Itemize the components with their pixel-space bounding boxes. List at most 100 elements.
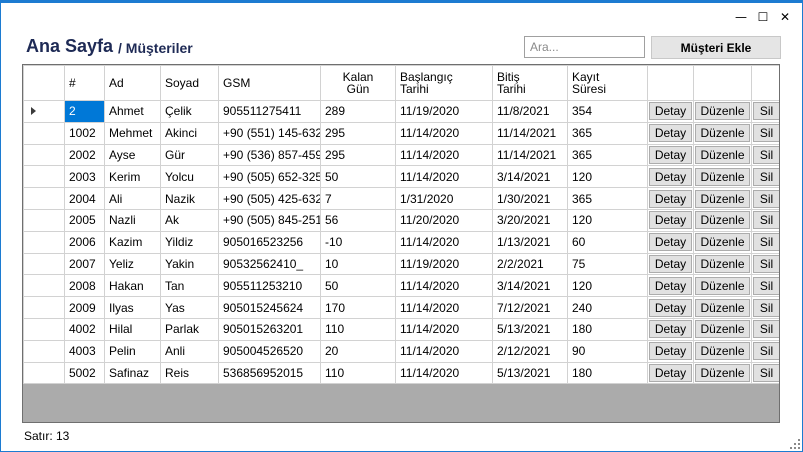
- cell-kayit[interactable]: 60: [567, 230, 648, 254]
- cell-soyad[interactable]: Ak: [160, 208, 219, 232]
- cell-kayit[interactable]: 365: [567, 121, 648, 145]
- edit-button[interactable]: Düzenle: [695, 124, 750, 143]
- cell-kalan[interactable]: 295: [320, 143, 396, 167]
- row-header[interactable]: [23, 121, 65, 145]
- cell-id[interactable]: 2007: [64, 252, 105, 276]
- column-header-gsm[interactable]: GSM: [218, 65, 321, 101]
- edit-button[interactable]: Düzenle: [695, 254, 750, 273]
- delete-button[interactable]: Sil: [753, 363, 779, 382]
- edit-button[interactable]: Düzenle: [695, 276, 750, 295]
- delete-button[interactable]: Sil: [753, 320, 779, 339]
- cell-kayit[interactable]: 240: [567, 296, 648, 319]
- row-header[interactable]: [23, 296, 65, 319]
- cell-kalan[interactable]: 56: [320, 208, 396, 232]
- cell-id[interactable]: 2: [64, 100, 105, 123]
- cell-baslangic[interactable]: 11/14/2020: [395, 361, 493, 385]
- cell-kalan[interactable]: 20: [320, 339, 396, 363]
- cell-baslangic[interactable]: 11/14/2020: [395, 296, 493, 319]
- cell-baslangic[interactable]: 11/14/2020: [395, 121, 493, 145]
- cell-id[interactable]: 2009: [64, 296, 105, 319]
- detail-button[interactable]: Detay: [649, 233, 692, 252]
- cell-gsm[interactable]: 905004526520: [218, 339, 321, 363]
- cell-gsm[interactable]: +90 (536) 857-4590: [218, 143, 321, 167]
- cell-baslangic[interactable]: 11/14/2020: [395, 317, 493, 341]
- edit-button[interactable]: Düzenle: [695, 363, 750, 382]
- delete-button[interactable]: Sil: [753, 189, 779, 208]
- cell-id[interactable]: 4003: [64, 339, 105, 363]
- cell-kayit[interactable]: 180: [567, 317, 648, 341]
- row-header[interactable]: [23, 165, 65, 189]
- table-row[interactable]: 5002 Safinaz Reis 536856952015 110 11/14/2020…: [23, 361, 779, 385]
- row-header[interactable]: [23, 361, 65, 385]
- search-input[interactable]: [524, 36, 645, 58]
- delete-button[interactable]: Sil: [753, 124, 779, 143]
- row-header[interactable]: [23, 252, 65, 276]
- cell-gsm[interactable]: 905016523256: [218, 230, 321, 254]
- cell-soyad[interactable]: Gür: [160, 143, 219, 167]
- cell-ad[interactable]: Mehmet: [104, 121, 161, 145]
- cell-baslangic[interactable]: 1/31/2020: [395, 187, 493, 210]
- table-row[interactable]: 2003 Kerim Yolcu +90 (505) 652-3254 50 11/14/…: [23, 165, 779, 189]
- column-header-ad[interactable]: Ad: [104, 65, 161, 101]
- cell-bitis[interactable]: 5/13/2021: [492, 317, 568, 341]
- cell-kayit[interactable]: 365: [567, 187, 648, 210]
- detail-button[interactable]: Detay: [649, 276, 692, 295]
- cell-soyad[interactable]: Yas: [160, 296, 219, 319]
- cell-soyad[interactable]: Yildiz: [160, 230, 219, 254]
- cell-bitis[interactable]: 2/12/2021: [492, 339, 568, 363]
- edit-button[interactable]: Düzenle: [695, 102, 750, 121]
- cell-ad[interactable]: Safinaz: [104, 361, 161, 385]
- cell-bitis[interactable]: 3/14/2021: [492, 274, 568, 298]
- delete-button[interactable]: Sil: [753, 298, 779, 317]
- row-header[interactable]: [23, 208, 65, 232]
- cell-soyad[interactable]: Yakin: [160, 252, 219, 276]
- cell-soyad[interactable]: Çelik: [160, 100, 219, 123]
- column-header-soyad[interactable]: Soyad: [160, 65, 219, 101]
- table-row[interactable]: 2006 Kazim Yildiz 905016523256 -10 11/14/2020…: [23, 230, 779, 254]
- cell-kalan[interactable]: 10: [320, 252, 396, 276]
- detail-button[interactable]: Detay: [649, 102, 692, 121]
- cell-baslangic[interactable]: 11/14/2020: [395, 165, 493, 189]
- cell-bitis[interactable]: 3/20/2021: [492, 208, 568, 232]
- cell-kalan[interactable]: 7: [320, 187, 396, 210]
- row-header[interactable]: [23, 143, 65, 167]
- cell-baslangic[interactable]: 11/19/2020: [395, 100, 493, 123]
- table-row[interactable]: 2008 Hakan Tan 905511253210 50 11/14/2020 3/14…: [23, 274, 779, 298]
- detail-button[interactable]: Detay: [649, 320, 692, 339]
- cell-gsm[interactable]: +90 (505) 425-6320: [218, 187, 321, 210]
- edit-button[interactable]: Düzenle: [695, 320, 750, 339]
- table-row[interactable]: 2 Ahmet Çelik 905511275411 289 11/19/2020 11/8…: [23, 100, 779, 123]
- cell-id[interactable]: 1002: [64, 121, 105, 145]
- cell-baslangic[interactable]: 11/20/2020: [395, 208, 493, 232]
- cell-id[interactable]: 2004: [64, 187, 105, 210]
- cell-kayit[interactable]: 120: [567, 274, 648, 298]
- cell-kalan[interactable]: 110: [320, 317, 396, 341]
- cell-kalan[interactable]: 110: [320, 361, 396, 385]
- column-header-kalan[interactable]: Kalan Gün: [320, 65, 396, 101]
- cell-ad[interactable]: Kerim: [104, 165, 161, 189]
- column-header-bitis[interactable]: Bitiş Tarihi: [492, 65, 568, 101]
- table-row[interactable]: 2009 Ilyas Yas 905015245624 170 11/14/2020 7/1…: [23, 296, 779, 319]
- cell-gsm[interactable]: +90 (505) 845-2510: [218, 208, 321, 232]
- cell-gsm[interactable]: +90 (505) 652-3254: [218, 165, 321, 189]
- cell-id[interactable]: 5002: [64, 361, 105, 385]
- detail-button[interactable]: Detay: [649, 167, 692, 186]
- cell-soyad[interactable]: Reis: [160, 361, 219, 385]
- cell-bitis[interactable]: 11/14/2021: [492, 143, 568, 167]
- cell-kalan[interactable]: 50: [320, 165, 396, 189]
- cell-baslangic[interactable]: 11/19/2020: [395, 252, 493, 276]
- row-header[interactable]: [23, 230, 65, 254]
- cell-id[interactable]: 2008: [64, 274, 105, 298]
- cell-soyad[interactable]: Yolcu: [160, 165, 219, 189]
- cell-gsm[interactable]: 905511253210: [218, 274, 321, 298]
- edit-button[interactable]: Düzenle: [695, 167, 750, 186]
- cell-gsm[interactable]: 536856952015: [218, 361, 321, 385]
- cell-soyad[interactable]: Parlak: [160, 317, 219, 341]
- detail-button[interactable]: Detay: [649, 211, 692, 230]
- cell-gsm[interactable]: 905015245624: [218, 296, 321, 319]
- detail-button[interactable]: Detay: [649, 189, 692, 208]
- cell-ad[interactable]: Ali: [104, 187, 161, 210]
- column-header-id[interactable]: #: [64, 65, 105, 101]
- delete-button[interactable]: Sil: [753, 102, 779, 121]
- cell-gsm[interactable]: 90532562410_: [218, 252, 321, 276]
